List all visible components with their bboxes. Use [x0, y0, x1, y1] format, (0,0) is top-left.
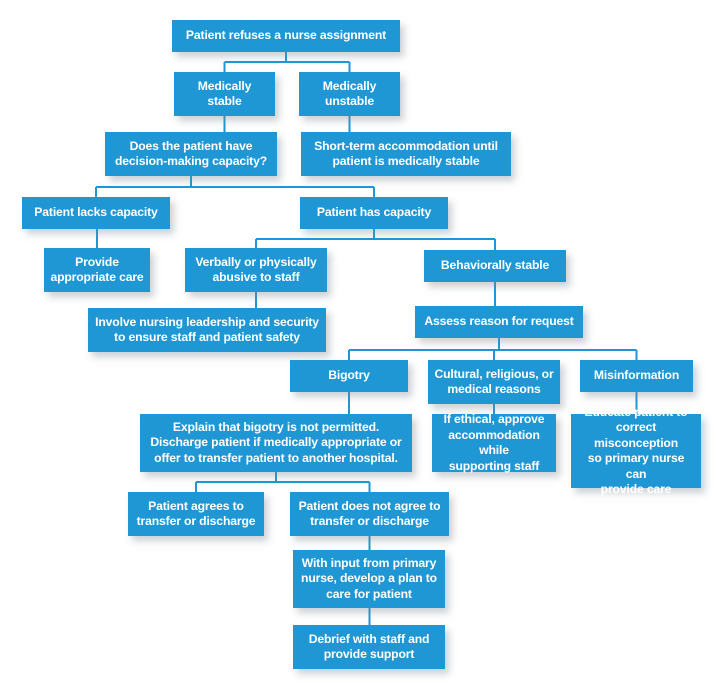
node-label: Debrief with staff and provide support: [308, 631, 430, 662]
node-label: If ethical, approve accommodation while su…: [443, 412, 545, 473]
node-assess-reason-for-request[interactable]: Assess reason for request: [415, 306, 583, 338]
node-patient-has-capacity[interactable]: Patient has capacity: [300, 197, 448, 229]
flowchart-canvas: Patient refuses a nurse assignment Medic…: [0, 0, 720, 686]
node-bigotry[interactable]: Bigotry: [290, 360, 408, 392]
node-label: Explain that bigotry is not permitted. Di…: [150, 419, 402, 465]
node-provide-appropriate-care[interactable]: Provide appropriate care: [44, 248, 150, 292]
node-medically-unstable[interactable]: Medically unstable: [299, 72, 400, 116]
node-label: Verbally or physically abusive to staff: [195, 254, 317, 285]
node-cultural-religious-medical-reasons[interactable]: Cultural, religious, or medical reasons: [428, 360, 560, 404]
node-label: Involve nursing leadership and security t…: [95, 314, 319, 345]
node-explain-bigotry-not-permitted[interactable]: Explain that bigotry is not permitted. Di…: [140, 414, 412, 472]
node-label: Patient does not agree to transfer or dis…: [298, 498, 441, 529]
node-label: Short-term accommodation until patient is…: [314, 138, 498, 169]
node-patient-does-not-agree-to-transfer[interactable]: Patient does not agree to transfer or dis…: [290, 492, 449, 536]
node-label: Assess reason for request: [424, 314, 574, 329]
node-patient-lacks-capacity[interactable]: Patient lacks capacity: [22, 197, 170, 229]
node-label: Patient lacks capacity: [34, 205, 158, 220]
node-label: Provide appropriate care: [50, 254, 144, 285]
node-label: Patient agrees to transfer or discharge: [136, 498, 256, 529]
node-label: With input from primary nurse, develop a …: [301, 555, 437, 601]
node-decision-making-capacity-question[interactable]: Does the patient have decision-making cap…: [105, 132, 277, 176]
node-label: Behaviorally stable: [440, 258, 550, 273]
node-educate-patient-correct-misconception[interactable]: Educate patient to correct misconception s…: [571, 405, 701, 496]
node-label: Educate patient to correct misconception s…: [584, 404, 688, 497]
node-label: Misinformation: [593, 368, 680, 383]
node-misinformation[interactable]: Misinformation: [580, 360, 693, 392]
node-short-term-accommodation[interactable]: Short-term accommodation until patient is…: [301, 132, 511, 176]
node-patient-refuses-assignment[interactable]: Patient refuses a nurse assignment: [172, 20, 400, 52]
node-debrief-with-staff[interactable]: Debrief with staff and provide support: [293, 625, 445, 669]
node-medically-stable[interactable]: Medically stable: [174, 72, 275, 116]
node-label: Does the patient have decision-making cap…: [114, 138, 268, 169]
node-if-ethical-approve-accommodation[interactable]: If ethical, approve accommodation while su…: [432, 412, 556, 473]
node-label: Bigotry: [328, 368, 370, 383]
node-with-input-from-primary-nurse[interactable]: With input from primary nurse, develop a …: [293, 550, 445, 608]
node-label: Cultural, religious, or medical reasons: [434, 366, 554, 397]
node-involve-nursing-leadership[interactable]: Involve nursing leadership and security t…: [88, 308, 326, 352]
node-patient-agrees-to-transfer[interactable]: Patient agrees to transfer or discharge: [128, 492, 264, 536]
node-label: Patient has capacity: [316, 205, 432, 220]
node-label: Medically stable: [197, 78, 252, 109]
node-behaviorally-stable[interactable]: Behaviorally stable: [424, 250, 566, 282]
node-label: Medically unstable: [322, 78, 377, 109]
node-verbally-or-physically-abusive[interactable]: Verbally or physically abusive to staff: [185, 248, 327, 292]
node-label: Patient refuses a nurse assignment: [185, 28, 387, 43]
